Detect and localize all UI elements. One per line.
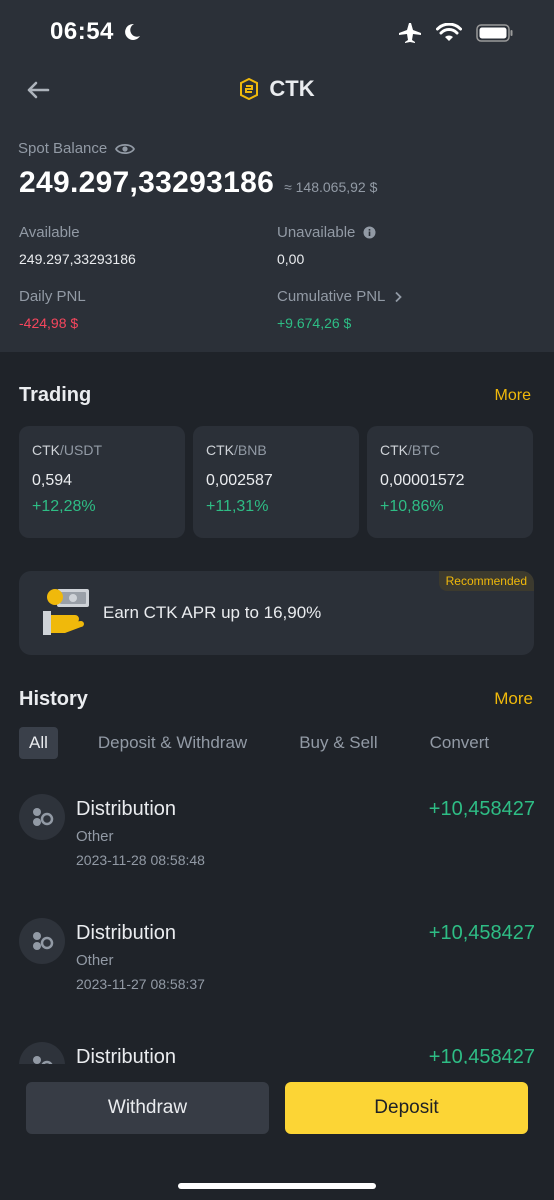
available-value: 249.297,33293186 (19, 251, 136, 267)
distribution-icon (19, 918, 65, 964)
balance-fiat: ≈ 148.065,92 $ (284, 179, 378, 195)
pair-change: +12,28% (32, 498, 96, 515)
available-label: Available (19, 224, 80, 241)
moon-icon (125, 23, 140, 40)
deposit-button[interactable]: Deposit (285, 1082, 528, 1134)
unavailable-block: Unavailable 0,00 (277, 224, 376, 267)
history-type: Other (76, 952, 114, 969)
daily-pnl-label: Daily PNL (19, 288, 86, 305)
spot-balance-label: Spot Balance (18, 140, 136, 157)
trading-pair-card[interactable]: CTK/BNB 0,002587 +11,31% (193, 426, 359, 538)
tab-convert[interactable]: Convert (430, 733, 490, 753)
cumulative-pnl-value: +9.674,26 $ (277, 315, 352, 331)
history-date: 2023-11-28 08:58:48 (76, 852, 205, 868)
tab-buy-sell[interactable]: Buy & Sell (299, 733, 377, 753)
history-title: History (19, 688, 88, 710)
eye-icon[interactable] (115, 142, 136, 156)
pair-change: +11,31% (206, 498, 269, 515)
available-block: Available 249.297,33293186 (19, 224, 136, 267)
cumulative-pnl-label-text: Cumulative PNL (277, 288, 386, 305)
status-bar: 06:54 (0, 0, 554, 66)
info-icon[interactable] (363, 226, 376, 239)
tab-all[interactable]: All (19, 727, 58, 759)
spot-balance: 249.297,33293186 ≈ 148.065,92 $ (19, 166, 377, 200)
trading-pair-card[interactable]: CTK/USDT 0,594 +12,28% (19, 426, 185, 538)
wifi-icon (436, 23, 462, 41)
cumulative-pnl-block[interactable]: Cumulative PNL +9.674,26 $ (277, 288, 403, 331)
history-title: Distribution (76, 922, 177, 944)
pair-base: CTK (32, 442, 60, 458)
unavailable-value: 0,00 (277, 251, 305, 267)
pair-quote: /BNB (234, 442, 267, 458)
daily-pnl-block: Daily PNL -424,98 $ (19, 288, 86, 331)
history-more-link[interactable]: More (494, 689, 533, 709)
history-row[interactable]: Distribution Other 2023-11-28 08:58:48 +… (19, 794, 535, 884)
battery-icon (476, 24, 513, 42)
history-date: 2023-11-27 08:58:37 (76, 976, 205, 992)
trading-title: Trading (19, 384, 92, 406)
pair-price: 0,00001572 (380, 472, 465, 489)
history-title: Distribution (76, 798, 177, 820)
daily-pnl-value: -424,98 $ (19, 315, 79, 331)
status-time: 06:54 (50, 18, 114, 45)
withdraw-button[interactable]: Withdraw (26, 1082, 269, 1134)
ctk-coin-icon (240, 78, 259, 100)
page-title: CTK (0, 76, 554, 102)
history-tabs: All Deposit & Withdraw Buy & Sell Conver… (19, 727, 489, 759)
history-amount: +10,458427 (428, 798, 535, 820)
pair-base: CTK (206, 442, 234, 458)
page-title-text: CTK (269, 76, 315, 101)
cumulative-pnl-label[interactable]: Cumulative PNL (277, 288, 403, 305)
bottom-action-bar: Withdraw Deposit (0, 1064, 554, 1200)
trading-more-link[interactable]: More (495, 387, 531, 405)
balance-amount: 249.297,33293186 (19, 166, 275, 199)
pair-change: +10,86% (380, 498, 444, 515)
recommended-badge: Recommended (438, 571, 534, 591)
history-type: Other (76, 828, 114, 845)
earn-text: Earn CTK APR up to 16,90% (103, 603, 322, 622)
pair-base: CTK (380, 442, 408, 458)
pair-price: 0,594 (32, 472, 73, 489)
spot-balance-label-text: Spot Balance (18, 140, 108, 157)
status-icons (398, 22, 514, 44)
airplane-icon (399, 23, 421, 43)
unavailable-label-text: Unavailable (277, 224, 356, 241)
pair-name: CTK/BTC (380, 442, 520, 458)
earn-banner[interactable]: Earn CTK APR up to 16,90% Recommended (19, 571, 534, 655)
tab-deposit-withdraw[interactable]: Deposit & Withdraw (98, 733, 247, 753)
top-panel: 06:54 CTK Spot Balance 249.297,33293186 … (0, 0, 554, 352)
unavailable-label: Unavailable (277, 224, 376, 241)
distribution-icon (19, 794, 65, 840)
pair-quote: /USDT (60, 442, 102, 458)
pair-price: 0,002587 (206, 472, 273, 489)
chevron-right-icon (395, 291, 403, 302)
pair-quote: /BTC (408, 442, 440, 458)
nav-bar: CTK (0, 70, 554, 110)
history-row[interactable]: Distribution Other 2023-11-27 08:58:37 +… (19, 918, 535, 1008)
home-indicator[interactable] (178, 1183, 376, 1189)
earn-money-illustration (43, 589, 89, 635)
pair-name: CTK/BNB (206, 442, 346, 458)
history-amount: +10,458427 (428, 922, 535, 944)
trading-pair-card[interactable]: CTK/BTC 0,00001572 +10,86% (367, 426, 533, 538)
pair-name: CTK/USDT (32, 442, 172, 458)
